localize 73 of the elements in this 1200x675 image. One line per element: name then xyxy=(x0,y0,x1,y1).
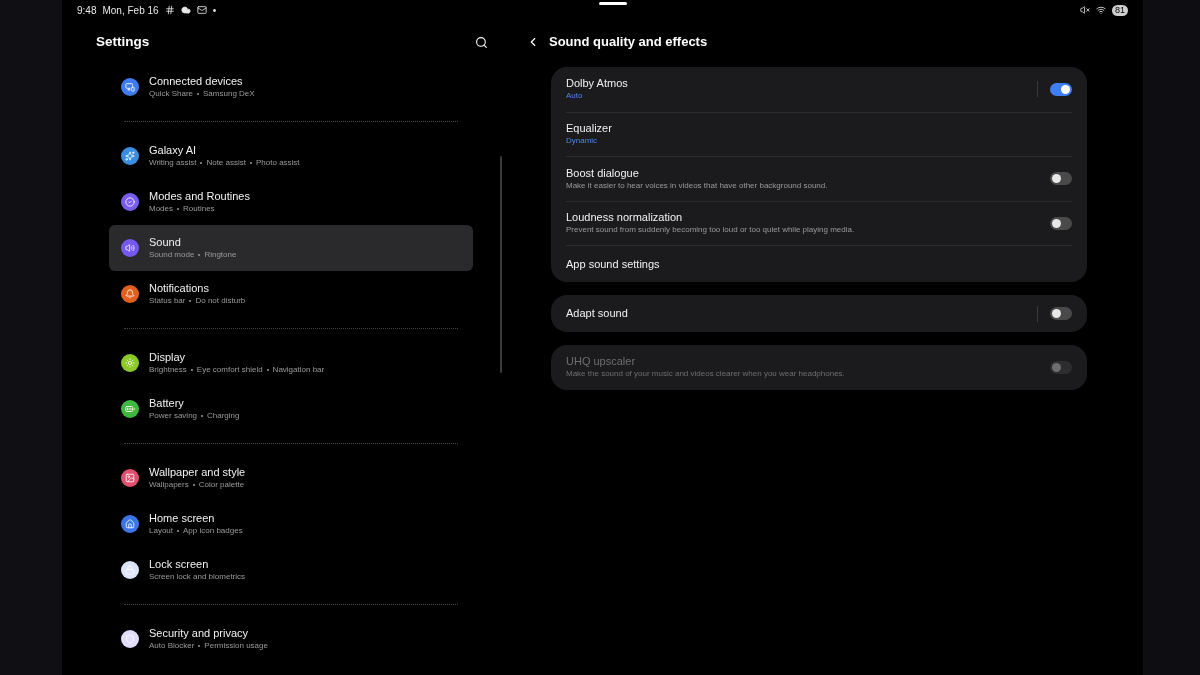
row-title[interactable]: Boost dialogue xyxy=(566,167,828,179)
wifi-icon xyxy=(1096,5,1106,15)
item-detail: Modes xyxy=(149,205,173,213)
toggle-switch[interactable] xyxy=(1050,216,1072,230)
row-title[interactable]: Dolby Atmos xyxy=(566,78,628,90)
settings-item[interactable]: Battery Power saving Charging xyxy=(109,386,473,432)
item-title: Wallpaper and style xyxy=(149,467,246,478)
battery-level: 81 xyxy=(1112,4,1128,16)
settings-item[interactable]: Connected devices Quick Share Samsung DeX xyxy=(109,64,473,110)
settings-item[interactable]: Modes and Routines Modes Routines xyxy=(109,179,473,225)
item-title: Security and privacy xyxy=(149,628,250,639)
item-detail: Screen lock and biometrics xyxy=(149,573,246,581)
settings-item[interactable]: Home screen Layout App icon badges xyxy=(109,501,473,547)
item-detail: Sound mode xyxy=(149,251,195,259)
settings-title: Settings xyxy=(96,32,150,51)
row-description: Make the sound of your music and videos clearer when you wear headphones. xyxy=(566,370,845,379)
item-detail: Ringtone xyxy=(204,251,237,259)
status-time: 9:48 xyxy=(77,3,97,18)
row-value: Dynamic xyxy=(566,137,599,146)
item-detail: Power saving xyxy=(149,412,198,420)
settings-item[interactable]: Galaxy AI Writing assist Note assist Photo assist xyxy=(109,133,473,179)
row-title[interactable]: Loudness normalization xyxy=(566,212,855,224)
item-detail: Writing assist xyxy=(149,159,197,167)
item-title: Notifications xyxy=(149,283,210,294)
settings-item[interactable]: Security and privacy Auto Blocker Permission usage xyxy=(109,616,473,662)
row-description: Prevent sound from suddenly becoming too loud or too quiet while playing media. xyxy=(566,226,855,235)
toggle-switch[interactable] xyxy=(1050,172,1072,186)
mail-icon xyxy=(196,5,207,15)
item-detail: Eye comfort shield xyxy=(196,366,263,374)
row-title[interactable]: Equalizer xyxy=(566,123,612,135)
row-description: Make it easier to hear voices in videos that have other background sound. xyxy=(566,181,828,190)
item-title: Home screen xyxy=(149,513,216,524)
item-detail: Navigation bar xyxy=(272,366,325,374)
item-detail: Quick Share xyxy=(149,90,194,98)
item-title: Sound xyxy=(149,237,182,248)
item-title: Modes and Routines xyxy=(149,191,250,202)
item-detail: Auto Blocker xyxy=(149,642,195,650)
item-detail: App icon badges xyxy=(183,527,243,535)
row-value: Auto xyxy=(566,92,584,101)
item-title: Battery xyxy=(149,398,185,409)
settings-item[interactable]: Wallpaper and style Wallpapers Color palette xyxy=(109,455,473,501)
settings-item[interactable]: Sound Sound mode Ringtone xyxy=(109,225,473,271)
item-detail: Photo assist xyxy=(256,159,300,167)
item-title: Galaxy AI xyxy=(149,145,198,156)
item-title: Connected devices xyxy=(149,76,244,87)
item-detail: Status bar xyxy=(149,297,186,305)
item-title: Display xyxy=(149,352,187,363)
item-detail: Note assist xyxy=(206,159,246,167)
status-date: Mon, Feb 16 xyxy=(102,3,159,18)
item-detail: Permission usage xyxy=(204,642,268,650)
item-detail: Routines xyxy=(183,205,215,213)
item-title: Lock screen xyxy=(149,559,210,570)
item-detail: Wallpapers xyxy=(149,481,189,489)
item-detail: Color palette xyxy=(198,481,245,489)
item-detail: Charging xyxy=(207,412,240,420)
toggle-switch[interactable] xyxy=(1050,82,1072,96)
settings-item[interactable]: Notifications Status bar Do not disturb xyxy=(109,271,473,317)
settings-item[interactable]: Lock screen Screen lock and biometrics xyxy=(109,547,473,593)
row-title[interactable]: App sound settings xyxy=(566,258,660,270)
item-detail: Samsung DeX xyxy=(203,90,255,98)
item-detail: Layout xyxy=(149,527,174,535)
search-icon[interactable] xyxy=(475,35,488,49)
muted-speaker-icon xyxy=(1080,5,1090,15)
hash-icon xyxy=(164,5,175,15)
settings-item[interactable]: Display Brightness Eye comfort shield Navigation bar xyxy=(109,340,473,386)
page-title: Sound quality and effects xyxy=(549,33,708,52)
item-detail: Brightness xyxy=(149,366,187,374)
cloud-icon xyxy=(180,5,191,15)
item-detail: Do not disturb xyxy=(195,297,246,305)
status-dot: • xyxy=(212,3,217,18)
row-title[interactable]: Adapt sound xyxy=(566,308,628,319)
toggle-switch[interactable] xyxy=(1050,307,1072,320)
drag-handle[interactable] xyxy=(599,2,628,5)
